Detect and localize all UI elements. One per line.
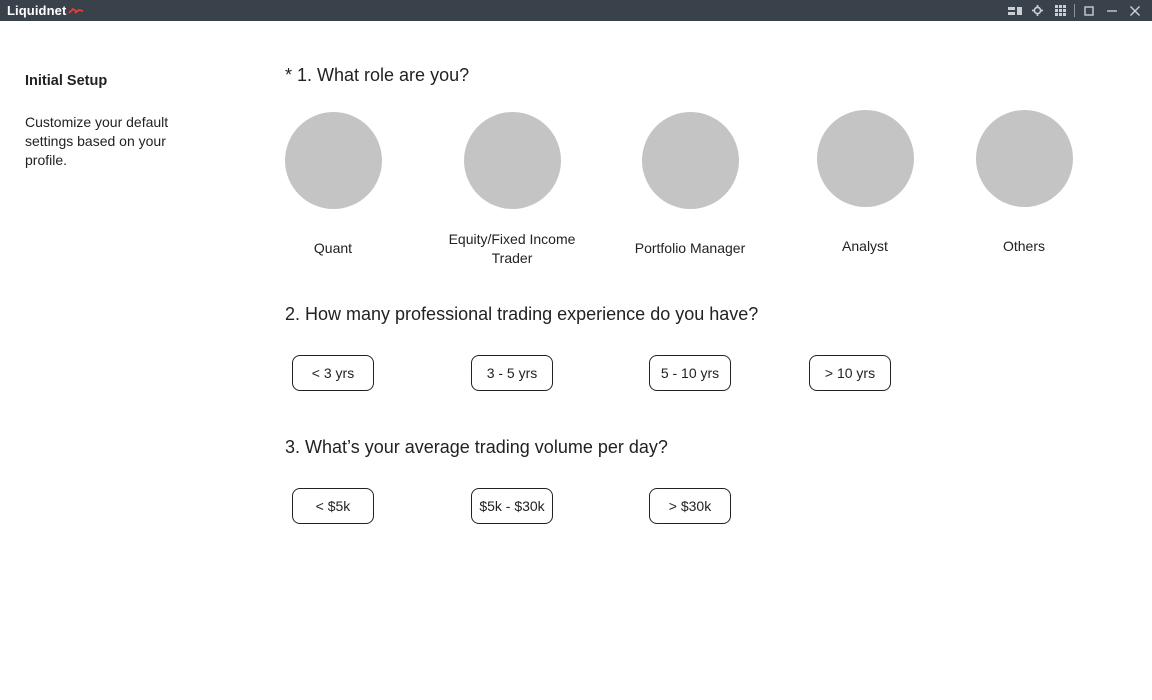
volume-option-over-30k[interactable]: > $30k [649, 488, 731, 524]
grid-icon[interactable] [1049, 0, 1072, 21]
layout-icon[interactable] [1003, 0, 1026, 21]
experience-option-3-5[interactable]: 3 - 5 yrs [471, 355, 553, 391]
question-volume: 3. What’s your average trading volume pe… [285, 437, 668, 457]
role-avatar [641, 112, 739, 209]
title-bar: Liquidnet [0, 0, 1152, 21]
role-label: Quant [313, 240, 353, 256]
role-avatar [463, 112, 561, 209]
minimize-icon[interactable] [1100, 0, 1123, 21]
question-experience: 2. How many professional trading experie… [285, 304, 759, 324]
role-avatar [284, 112, 382, 209]
maximize-icon[interactable] [1077, 0, 1100, 21]
role-option-others[interactable]: Others [959, 110, 1089, 254]
volume-option-under-5k[interactable]: < $5k [292, 488, 374, 524]
question-role: * 1. What role are you? [285, 65, 470, 85]
role-label: Analyst [842, 238, 888, 254]
role-label: Portfolio Manager [634, 240, 746, 256]
role-option-analyst[interactable]: Analyst [800, 110, 930, 254]
role-option-trader[interactable]: Equity/Fixed Income Trader [447, 112, 577, 266]
app-name: Liquidnet [7, 3, 67, 18]
role-label: Equity/Fixed Income Trader [448, 231, 576, 266]
sidebar-description: Customize your default settings based on… [25, 114, 169, 168]
volume-option-5k-30k[interactable]: $5k - $30k [471, 488, 553, 524]
role-option-portfolio-manager[interactable]: Portfolio Manager [625, 112, 755, 256]
role-avatar [816, 110, 914, 207]
role-label: Others [1002, 238, 1045, 254]
app-logo: Liquidnet [7, 3, 84, 18]
experience-option-over-10[interactable]: > 10 yrs [809, 355, 891, 391]
role-option-quant[interactable]: Quant [268, 112, 398, 256]
logo-mark-icon [68, 7, 84, 14]
sidebar-title: Initial Setup [25, 73, 108, 89]
close-icon[interactable] [1123, 0, 1146, 21]
experience-option-5-10[interactable]: 5 - 10 yrs [649, 355, 731, 391]
role-avatar [975, 110, 1073, 207]
window-controls [1003, 0, 1146, 21]
experience-option-under-3[interactable]: < 3 yrs [292, 355, 374, 391]
divider [1074, 4, 1075, 17]
gear-icon[interactable] [1026, 0, 1049, 21]
